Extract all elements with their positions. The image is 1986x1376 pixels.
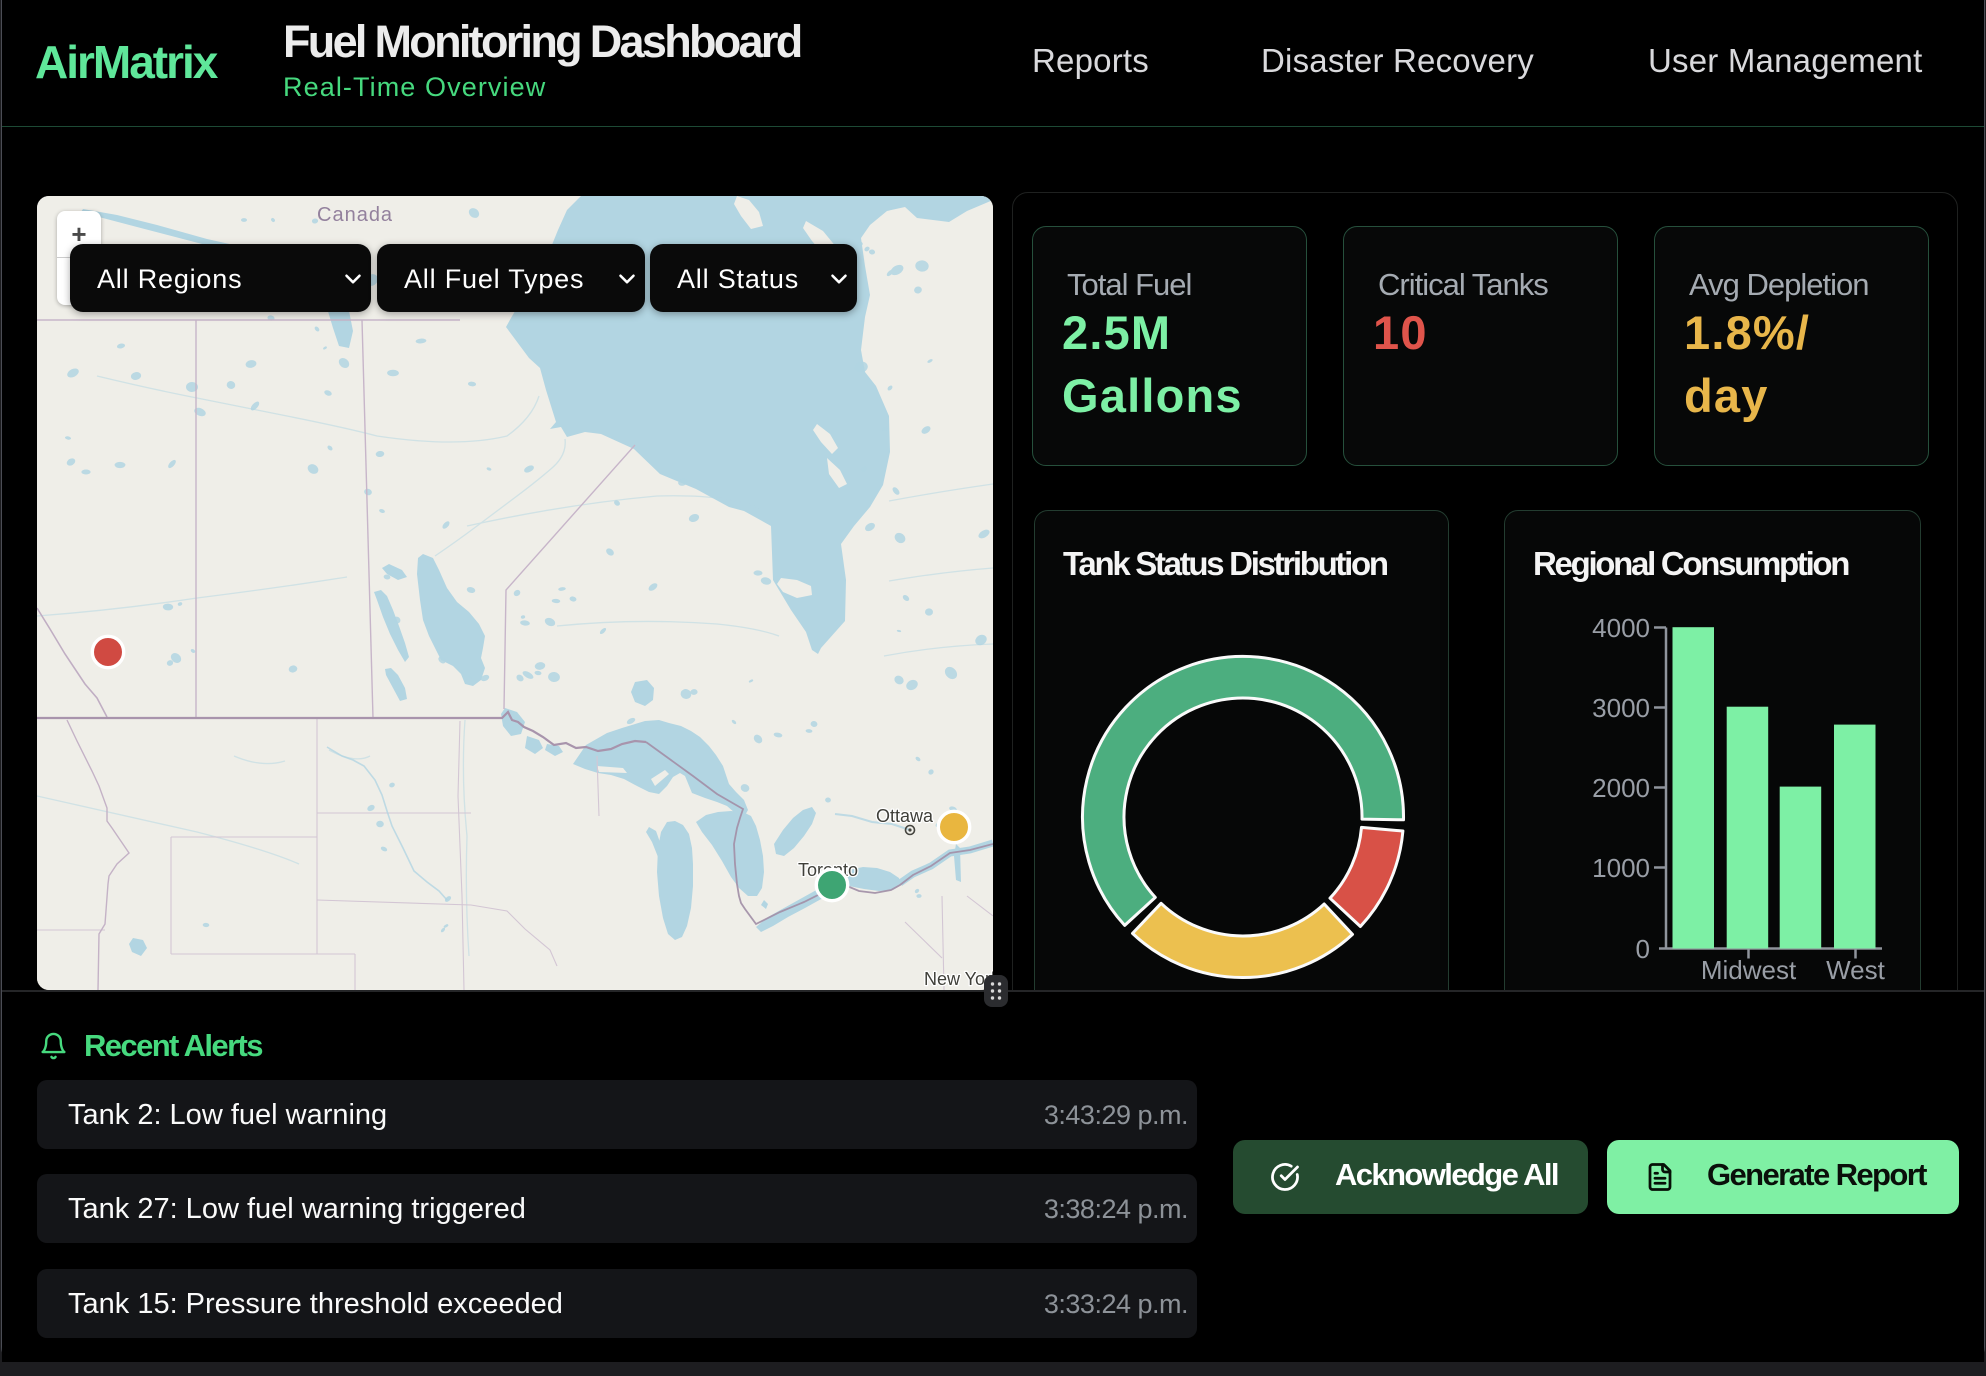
svg-text:4000: 4000: [1592, 613, 1650, 643]
svg-text:Midwest: Midwest: [1701, 955, 1797, 985]
svg-text:0: 0: [1636, 934, 1650, 964]
svg-text:1000: 1000: [1592, 853, 1650, 883]
svg-text:Canada: Canada: [317, 204, 393, 226]
svg-text:New York: New York: [924, 969, 993, 989]
svg-text:Ottawa: Ottawa: [876, 806, 934, 826]
svg-text:West: West: [1826, 955, 1886, 985]
svg-text:3000: 3000: [1592, 693, 1650, 723]
svg-text:2000: 2000: [1592, 773, 1650, 803]
